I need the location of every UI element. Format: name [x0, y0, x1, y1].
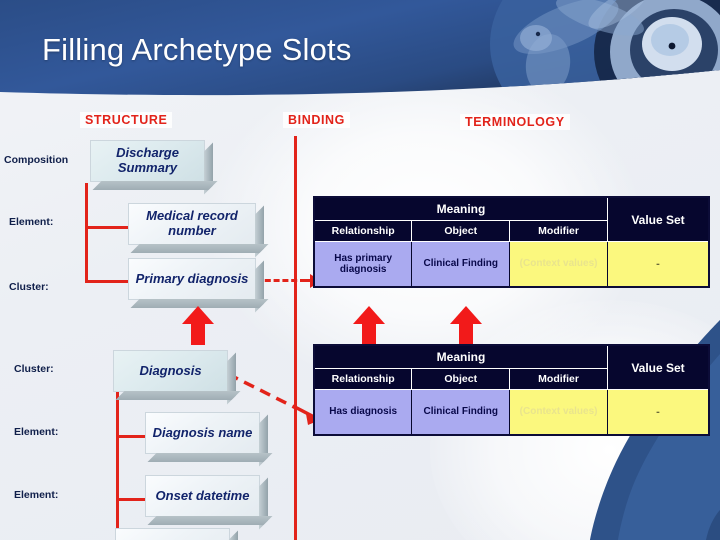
slide-header-banner: Filling Archetype Slots [0, 0, 720, 118]
slot-label: Discharge Summary [116, 145, 179, 175]
slot-label: Medical record number [146, 208, 238, 238]
slot-label: Diagnosis [139, 362, 202, 378]
table-row: Has primary diagnosis Clinical Finding (… [313, 241, 710, 288]
cell-object: Clinical Finding [411, 241, 511, 288]
column-heading-binding: BINDING [283, 112, 350, 128]
slot-onset-datetime[interactable]: Onset datetime [145, 475, 260, 517]
table-header-row-main: Meaning Value Set [313, 344, 710, 390]
row-label-cluster-primary-diagnosis: Cluster: [9, 281, 49, 293]
slide-canvas: Filling Archetype Slots STRUCTURE BINDIN… [0, 0, 720, 540]
cell-modifier: (Context values) [509, 241, 608, 288]
slot-diagnosis-name[interactable]: Diagnosis name [145, 412, 260, 454]
slot-discharge-summary[interactable]: Discharge Summary [90, 140, 205, 182]
column-heading-terminology: TERMINOLOGY [460, 114, 570, 130]
tree-line-to-diagnosis-name [116, 435, 146, 438]
cell-modifier: (Context values) [509, 389, 608, 436]
slot-primary-diagnosis[interactable]: Primary diagnosis [128, 258, 256, 300]
table-header-relationship: Relationship [313, 220, 413, 242]
table-header-value-set: Value Set [607, 344, 710, 390]
slot-label: Onset datetime [155, 487, 250, 503]
terminology-table-primary-diagnosis: Meaning Value Set Relationship Object Mo… [313, 196, 710, 288]
row-label-element-mrn: Element: [9, 216, 54, 228]
tree-line-to-mrn [85, 226, 130, 229]
table-group-header-meaning: Meaning [313, 344, 608, 369]
table-header-object: Object [411, 220, 511, 242]
table-header-value-set: Value Set [607, 196, 710, 242]
table-row: Has diagnosis Clinical Finding (Context … [313, 389, 710, 436]
cell-relationship: Has primary diagnosis [313, 241, 413, 288]
slot-medical-record-number[interactable]: Medical record number [128, 203, 256, 245]
tree-line-to-onset-datetime [116, 498, 146, 501]
tree-line-to-primary-diagnosis [85, 280, 130, 283]
tree-line-vertical-bottom [116, 392, 119, 540]
table-group-header-meaning: Meaning [313, 196, 608, 221]
row-label-composition: Composition [4, 154, 69, 166]
slot-label: Primary diagnosis [135, 270, 249, 286]
row-label-element-onset-datetime: Element: [14, 489, 59, 501]
table-header-row-main: Meaning Value Set [313, 196, 710, 242]
page-title: Filling Archetype Slots [42, 32, 352, 67]
table-header-modifier: Modifier [509, 220, 608, 242]
cell-value-set: - [607, 389, 710, 436]
cell-object: Clinical Finding [411, 389, 511, 436]
tree-line-vertical-top [85, 183, 88, 283]
row-label-element-diagnosis-name: Element: [14, 426, 59, 438]
table-header-object: Object [411, 368, 511, 390]
row-label-cluster-diagnosis: Cluster: [14, 363, 54, 375]
cell-relationship: Has diagnosis [313, 389, 413, 436]
column-heading-structure: STRUCTURE [80, 112, 173, 128]
slot-diagnosis[interactable]: Diagnosis [113, 350, 228, 392]
table-header-modifier: Modifier [509, 368, 608, 390]
binding-axis-line [294, 136, 297, 540]
slot-label: Diagnosis name [152, 424, 253, 440]
slot-partial-next[interactable] [115, 528, 230, 540]
cell-value-set: - [607, 241, 710, 288]
table-header-relationship: Relationship [313, 368, 413, 390]
terminology-table-diagnosis: Meaning Value Set Relationship Object Mo… [313, 344, 710, 436]
